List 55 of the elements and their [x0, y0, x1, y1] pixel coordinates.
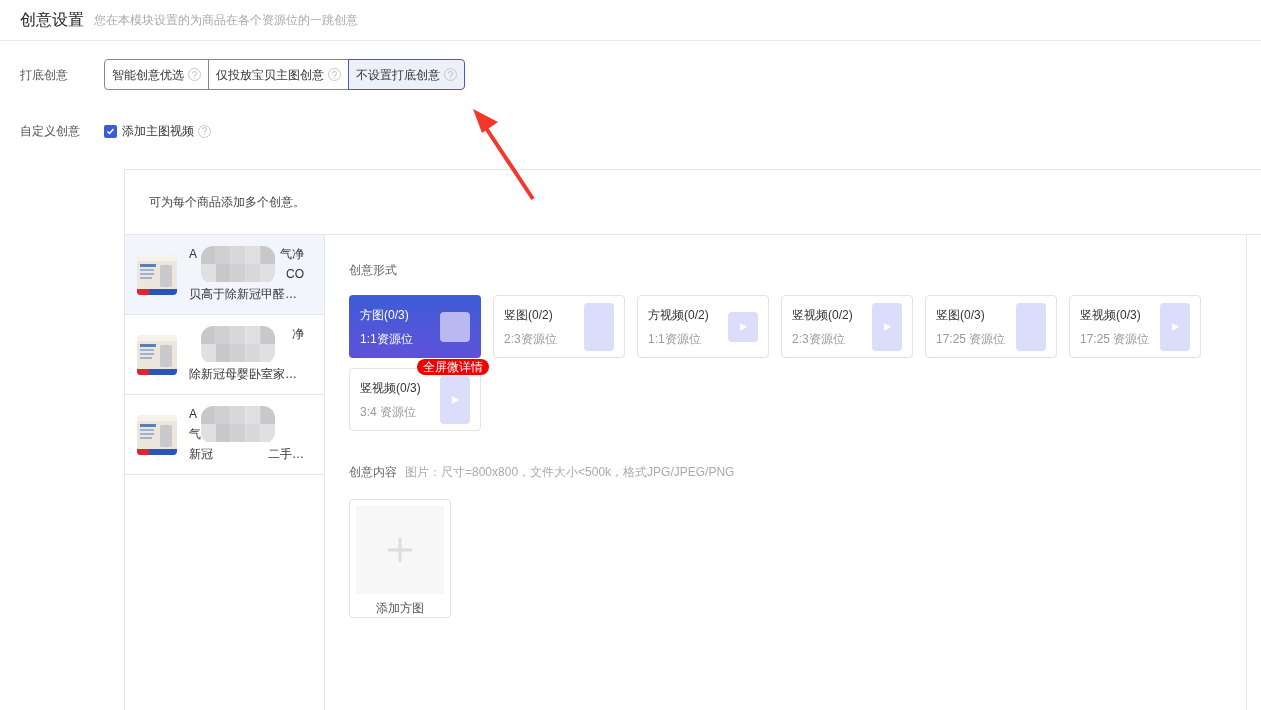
page-title: 创意设置	[20, 10, 84, 30]
upload-button[interactable]: 添加方图	[349, 499, 451, 618]
product-name-text: 除新冠母婴卧室家…	[189, 366, 297, 383]
section-label: 创意形式	[349, 262, 398, 279]
field-label: 自定义创意	[19, 123, 81, 140]
image-placeholder-icon	[1016, 302, 1046, 351]
checkbox-label: 添加主图视频	[122, 123, 194, 140]
format-title: 竖视频(0/3)	[1080, 306, 1142, 324]
video-placeholder-icon	[1160, 302, 1190, 351]
format-title: 竖图(0/3)	[936, 306, 986, 324]
page-subtitle: 您在本模块设置的为商品在各个资源位的一跳创意	[94, 12, 358, 29]
format-title: 竖视频(0/2)	[792, 306, 853, 324]
format-card[interactable]: 竖视频(0/3) 17:25 资源位	[1069, 295, 1201, 358]
format-title: 竖图(0/2)	[504, 306, 554, 324]
image-placeholder-icon	[584, 302, 614, 351]
format-card[interactable]: 方图(0/3) 1:1资源位	[349, 295, 481, 358]
format-ratio: 17:25 资源位	[936, 330, 1006, 348]
format-card[interactable]: 竖视频(0/2) 2:3资源位	[781, 295, 913, 358]
format-title: 方图(0/3)	[360, 306, 410, 324]
image-placeholder-icon	[440, 311, 470, 342]
format-card[interactable]: 竖图(0/2) 2:3资源位	[493, 295, 625, 358]
video-placeholder-icon	[728, 311, 758, 342]
segment-tab[interactable]: 不设置打底创意	[348, 59, 465, 90]
product-name-text: 气净	[280, 246, 304, 263]
badge: 全屏微详情	[417, 359, 489, 375]
product-name-text: 气	[189, 426, 201, 443]
checkbox[interactable]	[104, 124, 117, 138]
format-ratio: 3:4 资源位	[360, 403, 417, 421]
panel-note: 可为每个商品添加多个创意。	[149, 194, 305, 211]
segment-tab[interactable]: 智能创意优选	[104, 59, 209, 90]
format-title: 竖视频(0/3)	[360, 379, 421, 397]
format-ratio: 1:1资源位	[360, 330, 413, 348]
product-name-text: CO	[286, 266, 304, 283]
format-card[interactable]: 方视频(0/2) 1:1资源位	[637, 295, 769, 358]
video-placeholder-icon	[872, 302, 902, 351]
format-title: 方视频(0/2)	[648, 306, 709, 324]
product-name-text: 二手…	[268, 446, 304, 463]
product-name-text: 贝高于除新冠甲醛…	[189, 286, 297, 303]
product-name-text: 新冠	[189, 446, 213, 463]
format-card[interactable]: 竖图(0/3) 17:25 资源位	[925, 295, 1057, 358]
field-label: 打底创意	[19, 67, 69, 84]
format-ratio: 1:1资源位	[648, 330, 702, 348]
segment-tab[interactable]: 仅投放宝贝主图创意	[208, 59, 349, 90]
section-label: 创意内容	[349, 464, 397, 481]
format-ratio: 2:3资源位	[792, 330, 846, 348]
product-name-text: A	[189, 246, 197, 263]
product-item[interactable]: A 气净 CO 贝高于除新冠甲醛…	[125, 235, 324, 315]
product-name-text: 净	[292, 326, 304, 343]
video-placeholder-icon	[440, 375, 470, 424]
content-hint: 图片：尺寸=800x800，文件大小<500k，格式JPG/JPEG/PNG	[405, 464, 735, 481]
product-name-text: A	[189, 406, 197, 423]
check-icon	[106, 126, 115, 136]
format-ratio: 2:3资源位	[504, 330, 557, 348]
plus-icon	[356, 506, 444, 594]
format-ratio: 17:25 资源位	[1080, 330, 1150, 348]
